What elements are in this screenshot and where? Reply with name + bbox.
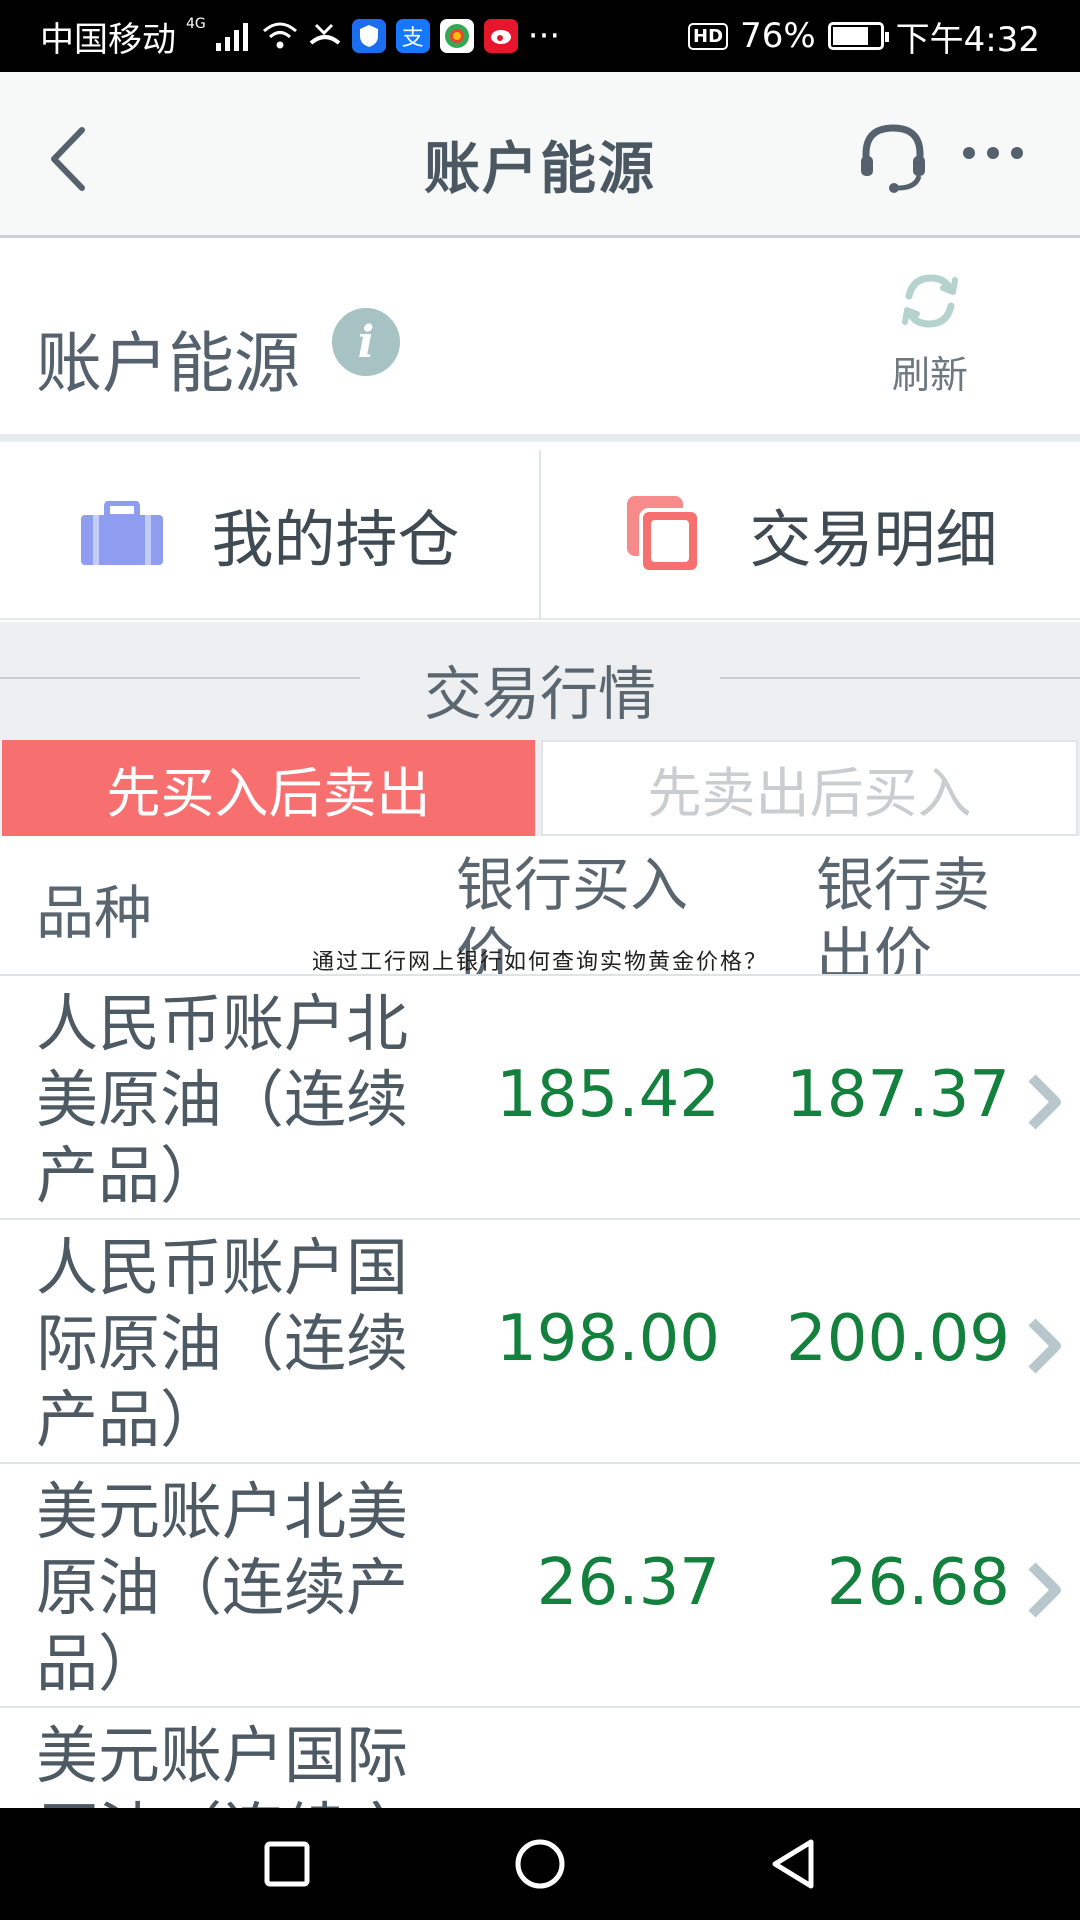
table-row[interactable]: 人民币账户国际原油（连续产品） 198.00 200.09 — [0, 1220, 1080, 1464]
carrier-name: 中国移动 — [40, 19, 176, 60]
quotes-title: 交易行情 — [423, 660, 656, 728]
transaction-details-button[interactable]: 交易明细 — [539, 450, 1080, 618]
copy-icon — [627, 496, 702, 574]
refresh-label: 刷新 — [891, 353, 968, 397]
table-row[interactable]: 人民币账户北美原油（连续产品） 185.42 187.37 — [0, 976, 1080, 1220]
status-right: HD 76% 下午4:32 — [688, 12, 1040, 61]
missed-call-icon — [309, 23, 341, 45]
refresh-button[interactable]: 刷新 — [860, 266, 1000, 406]
wifi-icon — [262, 22, 297, 49]
info-icon[interactable]: i — [332, 308, 400, 376]
account-summary: 账户能源 i 刷新 — [0, 238, 1080, 442]
my-holdings-button[interactable]: 我的持仓 — [0, 450, 539, 618]
product-name: 人民币账户国际原油（连续产品） — [36, 1231, 409, 1456]
chevron-right-icon — [1028, 1562, 1061, 1618]
alipay-icon: 支 — [395, 19, 430, 53]
triangle-back-icon — [772, 1839, 814, 1889]
product-name: 人民币账户北美原油（连续产品） — [36, 987, 409, 1212]
clock: 下午4:32 — [895, 19, 1040, 60]
battery-icon — [827, 22, 889, 50]
browser-app-icon — [439, 19, 474, 53]
product-name: 美元账户北美原油（连续产品） — [36, 1475, 409, 1700]
bank-sell-price: 26.68 — [826, 1546, 1010, 1620]
battery-fill — [832, 27, 868, 45]
watermark-caption: 通过工行网上银行如何查询实物黄金价格？ — [311, 950, 768, 975]
more-notifications-icon: ··· — [527, 16, 561, 56]
headset-icon[interactable] — [858, 122, 928, 194]
holdings-label: 我的持仓 — [211, 503, 460, 576]
trade-direction-tabs: 先买入后卖出 先卖出后买入 — [0, 740, 1080, 836]
network-generation: 4G — [186, 16, 206, 32]
column-header-name: 品种 — [36, 879, 153, 947]
bank-buy-price: 198.00 — [496, 1302, 720, 1376]
circle-icon — [515, 1839, 565, 1889]
quotes-section-header: 交易行情 — [0, 622, 1080, 740]
square-icon — [264, 1841, 310, 1887]
hd-badge: HD — [688, 22, 729, 50]
chevron-right-icon — [1028, 1318, 1061, 1374]
table-row[interactable]: 美元账户北美原油（连续产品） 26.37 26.68 — [0, 1464, 1080, 1708]
bank-buy-price: 26.37 — [536, 1546, 720, 1620]
bank-sell-price: 200.09 — [786, 1302, 1010, 1376]
refresh-icon — [902, 274, 958, 328]
tab-buy-then-sell[interactable]: 先买入后卖出 — [2, 740, 535, 836]
briefcase-icon — [81, 501, 164, 565]
quick-entries: 我的持仓 交易明细 — [0, 450, 1080, 620]
more-icon[interactable] — [960, 138, 1026, 168]
status-left: 中国移动 4G 支 ··· — [40, 12, 688, 61]
product-name: 美元账户国际原油（连续产品） — [36, 1719, 409, 1808]
battery-percent: 76% — [740, 16, 816, 56]
account-title: 账户能源 — [36, 325, 300, 402]
table-row[interactable]: 美元账户国际原油（连续产品） — [0, 1708, 1080, 1808]
security-app-icon — [351, 19, 386, 53]
recents-button[interactable] — [247, 1824, 327, 1904]
signal-icon — [215, 23, 248, 51]
tab-sell-then-buy[interactable]: 先卖出后买入 — [541, 740, 1078, 836]
weibo-app-icon — [483, 19, 518, 53]
app-header: 账户能源 — [0, 72, 1080, 238]
system-nav-bar — [0, 1808, 1080, 1920]
bank-sell-price: 187.37 — [786, 1058, 1010, 1132]
home-button[interactable] — [500, 1824, 580, 1904]
chevron-right-icon — [1028, 1074, 1061, 1130]
quote-list: 人民币账户北美原油（连续产品） 185.42 187.37 人民币账户国际原油（… — [0, 976, 1080, 1808]
transactions-label: 交易明细 — [749, 503, 998, 576]
status-bar: 中国移动 4G 支 ··· HD 76% 下午4:32 — [0, 0, 1080, 72]
back-button[interactable] — [753, 1824, 833, 1904]
bank-buy-price: 185.42 — [496, 1058, 720, 1132]
